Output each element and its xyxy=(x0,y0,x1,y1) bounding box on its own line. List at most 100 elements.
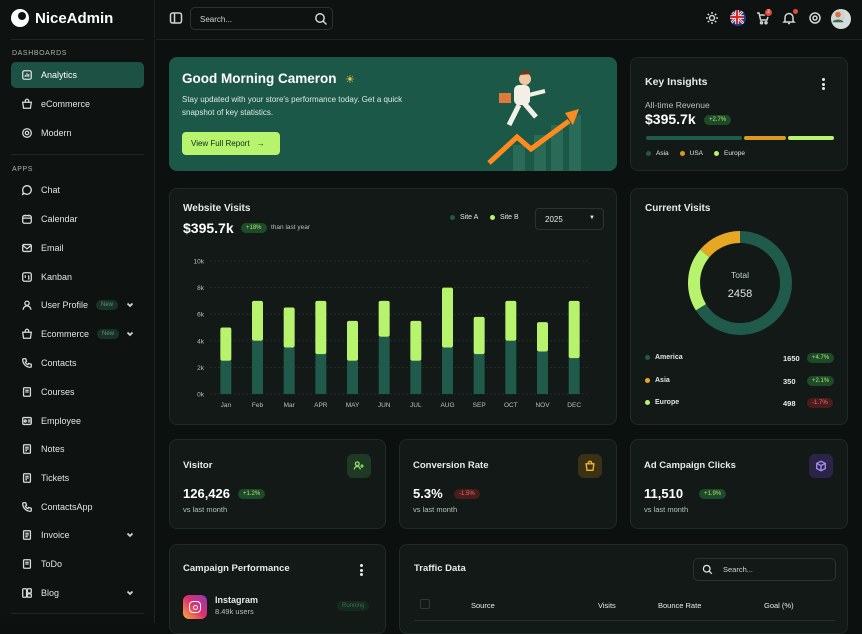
legend-asia: Asia xyxy=(646,150,669,157)
stat-change-badge: +1.9% xyxy=(699,489,727,499)
column-source[interactable]: Source xyxy=(471,601,495,610)
chevron-down-icon[interactable] xyxy=(126,531,134,539)
calendar-icon xyxy=(20,213,33,226)
sidebar-item-todo[interactable]: ToDo xyxy=(11,551,144,577)
legend-label: Europe xyxy=(724,150,745,157)
app-logo[interactable]: NiceAdmin xyxy=(11,9,113,27)
sidebar-item-modern[interactable]: Modern xyxy=(11,120,144,146)
sidebar-item-employee[interactable]: Employee xyxy=(11,408,144,434)
chevron-down-icon[interactable] xyxy=(126,589,134,597)
sidebar-item-user-profile[interactable]: User Profile New xyxy=(11,292,144,318)
visits-bar-chart: 0k 2k 4k 6k 8k 10k Jan Feb Mar APR MAY JUN JUL AUG SEP… xyxy=(194,259,590,409)
x-tick-label: SEP xyxy=(473,402,486,409)
chevron-down-icon[interactable] xyxy=(126,330,134,338)
column-goal[interactable]: Goal (%) xyxy=(764,601,794,610)
legend-label: Site A xyxy=(460,214,479,221)
sidebar-item-blog[interactable]: Blog xyxy=(11,580,144,606)
sidebar-item-contacts[interactable]: Contacts xyxy=(11,350,144,376)
donut-center-label: Total xyxy=(731,270,749,280)
chat-icon xyxy=(20,184,33,197)
x-tick-label: Feb xyxy=(252,402,264,409)
stat-value: 126,426 xyxy=(183,486,230,501)
region-value: 350 xyxy=(783,377,796,386)
notes-icon xyxy=(20,443,33,456)
stat-note: vs last month xyxy=(183,505,228,514)
legend-swatch xyxy=(714,151,720,156)
chevron-down-icon[interactable] xyxy=(126,301,134,309)
card-title: Current Visits xyxy=(645,203,711,214)
section-dashboards: DASHBOARDS xyxy=(12,50,68,57)
view-report-button[interactable]: View Full Report → xyxy=(182,132,280,155)
bar-site-a xyxy=(283,347,295,394)
ticket-icon xyxy=(20,472,33,485)
search-input[interactable]: Search... xyxy=(190,7,333,30)
sidebar-item-ecommerce[interactable]: Ecommerce New xyxy=(11,321,144,347)
search-icon[interactable] xyxy=(314,12,330,28)
sidebar-item-notes[interactable]: Notes xyxy=(11,436,144,462)
sidebar-item-tickets[interactable]: Tickets xyxy=(11,465,144,491)
more-options-icon[interactable] xyxy=(822,78,825,92)
sidebar-item-invoice[interactable]: Invoice xyxy=(11,522,144,548)
campaign-performance-card: Campaign Performance Instagram 8.49k use… xyxy=(169,544,386,634)
sidebar-item-calendar[interactable]: Calendar xyxy=(11,206,144,232)
bar-site-a xyxy=(347,360,358,394)
column-bounce-rate[interactable]: Bounce Rate xyxy=(658,601,701,610)
y-tick-label: 2k xyxy=(197,365,205,372)
select-all-checkbox[interactable] xyxy=(420,599,430,609)
phone-icon xyxy=(20,501,33,514)
card-title: Key Insights xyxy=(645,76,708,88)
welcome-subtitle: Stay updated with your store's performan… xyxy=(182,95,403,104)
bar-site-a xyxy=(442,347,453,394)
region-value: 498 xyxy=(783,399,796,408)
traffic-search-input[interactable]: Search... xyxy=(693,558,836,581)
card-title: Traffic Data xyxy=(414,563,466,574)
sidebar-item-kanban[interactable]: Kanban xyxy=(11,264,144,290)
sidebar-item-courses[interactable]: Courses xyxy=(11,379,144,405)
section-apps: APPS xyxy=(12,166,34,173)
cart-icon xyxy=(20,328,33,341)
kanban-icon xyxy=(20,271,33,284)
sidebar-item-analytics[interactable]: Analytics xyxy=(11,62,144,88)
year-select[interactable]: 2025 ▼ xyxy=(535,208,604,230)
legend-site-a: Site A xyxy=(450,214,478,221)
stat-change-badge: -1.5% xyxy=(454,489,480,499)
column-visits[interactable]: Visits xyxy=(598,601,616,610)
topbar: Search... 2 xyxy=(156,0,862,40)
sidebar-item-ecommerce[interactable]: eCommerce xyxy=(11,91,144,117)
legend-site-b: Site B xyxy=(490,214,519,221)
sidebar-item-chat[interactable]: Chat xyxy=(11,177,144,203)
key-insights-card: Key Insights All-time Revenue $395.7k +2… xyxy=(630,57,848,171)
legend-label: USA xyxy=(689,150,704,157)
bar-site-b xyxy=(505,300,517,341)
region-change-badge: +4.7% xyxy=(807,353,835,363)
sidebar-toggle-icon[interactable] xyxy=(169,11,185,27)
legend-swatch xyxy=(645,355,650,360)
user-plus-icon xyxy=(347,454,371,478)
sidebar-item-contactsapp[interactable]: ContactsApp xyxy=(11,494,144,520)
visits-value: $395.7k xyxy=(183,220,234,236)
divider xyxy=(11,39,144,40)
theme-sun-icon[interactable] xyxy=(705,11,721,27)
card-title: Campaign Performance xyxy=(183,563,290,574)
phone-icon xyxy=(20,357,33,370)
revenue-value: $395.7k xyxy=(645,111,696,127)
sidebar-item-email[interactable]: Email xyxy=(11,235,144,261)
bar-site-b xyxy=(252,300,263,341)
stat-title: Ad Campaign Clicks xyxy=(644,460,736,471)
sidebar-item-label: ContactsApp xyxy=(41,502,93,512)
basket-icon xyxy=(20,98,33,111)
settings-gear-icon[interactable] xyxy=(808,11,824,27)
bar-site-b xyxy=(537,322,548,352)
cube-icon xyxy=(809,454,833,478)
user-avatar[interactable] xyxy=(831,9,851,29)
language-flag-icon[interactable] xyxy=(730,10,746,26)
book-icon xyxy=(20,386,33,399)
sidebar-item-label: Invoice xyxy=(41,530,70,540)
region-label: America xyxy=(655,354,683,361)
region-label: Asia xyxy=(655,377,670,384)
bar-site-b xyxy=(473,316,485,355)
divider xyxy=(11,613,144,614)
sidebar-item-label: Chat xyxy=(41,185,61,195)
mail-icon xyxy=(20,242,33,255)
more-options-icon[interactable] xyxy=(360,564,363,578)
